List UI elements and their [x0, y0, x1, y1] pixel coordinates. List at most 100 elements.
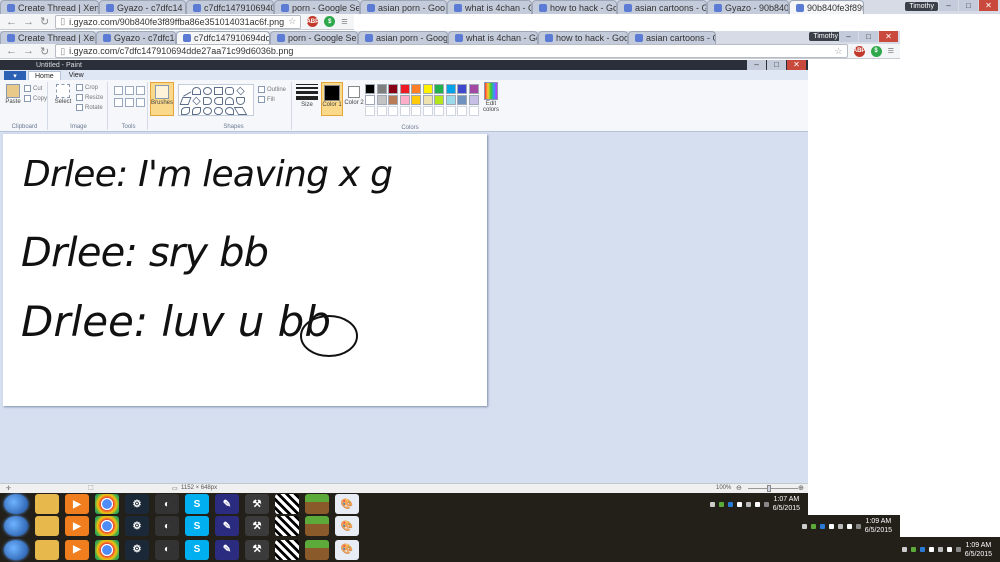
- steam-icon[interactable]: ⚙: [125, 494, 149, 514]
- tool-icon[interactable]: ⚒: [245, 539, 269, 560]
- minecraft-icon[interactable]: [305, 494, 329, 514]
- close-icon[interactable]: ✕: [787, 60, 806, 70]
- pen-icon[interactable]: ✎: [215, 516, 239, 536]
- star-icon[interactable]: ☆: [835, 46, 843, 57]
- tray-icon[interactable]: [819, 523, 825, 529]
- custom-color-slot[interactable]: [468, 106, 479, 116]
- oval-shape-icon[interactable]: [203, 87, 212, 95]
- qr-icon[interactable]: [275, 539, 299, 560]
- user-badge[interactable]: Timothy: [809, 32, 842, 41]
- copy-button[interactable]: Copy: [24, 95, 47, 102]
- custom-color-slot[interactable]: [422, 106, 433, 116]
- file-menu-button[interactable]: ▾: [4, 71, 26, 80]
- custom-color-slot[interactable]: [445, 106, 456, 116]
- paint-icon[interactable]: 🎨: [335, 516, 359, 536]
- palette-swatch[interactable]: [376, 84, 387, 94]
- tray-icon[interactable]: [718, 501, 724, 507]
- app-icon[interactable]: ◐: [155, 494, 179, 514]
- skype-icon[interactable]: S: [185, 516, 209, 536]
- minimize-icon[interactable]: –: [839, 31, 858, 42]
- close-icon[interactable]: ✕: [879, 31, 898, 42]
- minimize-icon[interactable]: –: [939, 0, 958, 11]
- custom-color-slot[interactable]: [457, 106, 467, 116]
- explorer-icon[interactable]: [35, 539, 59, 560]
- reload-icon[interactable]: ↻: [40, 45, 49, 58]
- start-button[interactable]: [4, 494, 28, 514]
- tray-icon[interactable]: [837, 523, 843, 529]
- clock[interactable]: 1:07 AM 6/5/2015: [773, 495, 800, 513]
- paint-icon[interactable]: 🎨: [335, 494, 359, 514]
- edit-colors-button[interactable]: Edit colors: [482, 82, 500, 113]
- maximize-icon[interactable]: □: [859, 31, 878, 42]
- cut-button[interactable]: Cut: [24, 85, 42, 92]
- outer-tab[interactable]: porn - Google Se: [274, 0, 360, 14]
- minimize-icon[interactable]: –: [747, 60, 766, 70]
- pencil-icon[interactable]: [114, 86, 123, 95]
- outer-tab[interactable]: asian porn - Goo: [360, 0, 447, 14]
- drawing-canvas[interactable]: Drlee: I'm leaving x g Drlee: sry bb Drl…: [3, 134, 487, 406]
- extension-icon[interactable]: $: [324, 16, 336, 27]
- select-button[interactable]: Select: [53, 84, 73, 105]
- custom-color-slot[interactable]: [388, 106, 398, 116]
- text-icon[interactable]: [136, 86, 145, 95]
- qr-icon[interactable]: [275, 516, 299, 536]
- triangle-shape-icon[interactable]: [192, 96, 201, 106]
- palette-swatch[interactable]: [434, 84, 444, 94]
- skype-icon[interactable]: S: [185, 539, 209, 560]
- palette-swatch[interactable]: [445, 95, 456, 105]
- tray-icon[interactable]: [946, 547, 952, 552]
- color2-button[interactable]: Color 2: [344, 84, 364, 106]
- tab-home[interactable]: Home: [28, 71, 61, 80]
- palette-swatch[interactable]: [457, 95, 467, 105]
- rectangle-shape-icon[interactable]: [214, 87, 223, 95]
- zoom-slider-thumb[interactable]: [767, 485, 771, 492]
- palette-swatch[interactable]: [457, 84, 467, 94]
- custom-color-slot[interactable]: [399, 106, 410, 116]
- outer-tab[interactable]: asian cartoons - G: [617, 0, 707, 14]
- tray-icon[interactable]: [727, 501, 733, 507]
- palette-swatch[interactable]: [365, 84, 375, 94]
- palette-swatch[interactable]: [434, 95, 444, 105]
- crop-button[interactable]: Crop: [76, 84, 98, 91]
- inner-tab[interactable]: Create Thread | Xen: [0, 31, 96, 44]
- custom-color-slot[interactable]: [411, 106, 421, 116]
- tray-icon[interactable]: [828, 523, 834, 529]
- menu-icon[interactable]: ≡: [888, 45, 894, 57]
- heart-shape-icon[interactable]: [225, 107, 234, 115]
- custom-color-slot[interactable]: [365, 106, 375, 116]
- fill-dropdown[interactable]: Fill: [258, 96, 275, 103]
- app-icon[interactable]: ◐: [155, 516, 179, 536]
- star5-shape-icon[interactable]: [192, 107, 201, 115]
- palette-swatch[interactable]: [399, 84, 410, 94]
- chrome-icon[interactable]: [95, 494, 119, 514]
- steam-icon[interactable]: ⚙: [125, 539, 149, 560]
- star-icon[interactable]: ☆: [288, 16, 296, 27]
- inner-tab[interactable]: how to hack - Goog: [538, 31, 628, 44]
- outer-tab[interactable]: Gyazo - 90b840: [707, 0, 789, 14]
- tray-icon[interactable]: [855, 523, 861, 529]
- adblock-icon[interactable]: ABP: [306, 16, 319, 27]
- outer-tab[interactable]: c7dfc1479106940: [186, 0, 274, 14]
- tray-icon[interactable]: [901, 547, 907, 552]
- forward-icon[interactable]: →: [23, 45, 34, 57]
- inner-tab[interactable]: asian porn - Google: [358, 31, 448, 44]
- palette-swatch[interactable]: [468, 95, 479, 105]
- tray-icon[interactable]: [810, 523, 816, 529]
- tray-icon[interactable]: [801, 523, 807, 529]
- custom-color-slot[interactable]: [434, 106, 444, 116]
- resize-button[interactable]: Resize: [76, 94, 103, 101]
- reload-icon[interactable]: ↻: [40, 15, 49, 28]
- tab-view[interactable]: View: [63, 71, 90, 80]
- adblock-icon[interactable]: ABP: [853, 45, 865, 57]
- star-shape-icon[interactable]: [181, 107, 190, 115]
- fill-icon[interactable]: [125, 86, 134, 95]
- palette-swatch[interactable]: [468, 84, 479, 94]
- inner-tab-active[interactable]: c7dfc147910694dde: [176, 31, 270, 44]
- paint-icon[interactable]: 🎨: [335, 539, 359, 560]
- back-icon[interactable]: ←: [6, 16, 17, 28]
- address-bar[interactable]: ▯ i.gyazo.com/c7dfc147910694dde27aa71c99…: [55, 44, 848, 58]
- tray-icon[interactable]: [736, 501, 742, 507]
- start-button[interactable]: [4, 516, 28, 536]
- inner-tab[interactable]: what is 4chan - Goo: [448, 31, 538, 44]
- explorer-icon[interactable]: [35, 494, 59, 514]
